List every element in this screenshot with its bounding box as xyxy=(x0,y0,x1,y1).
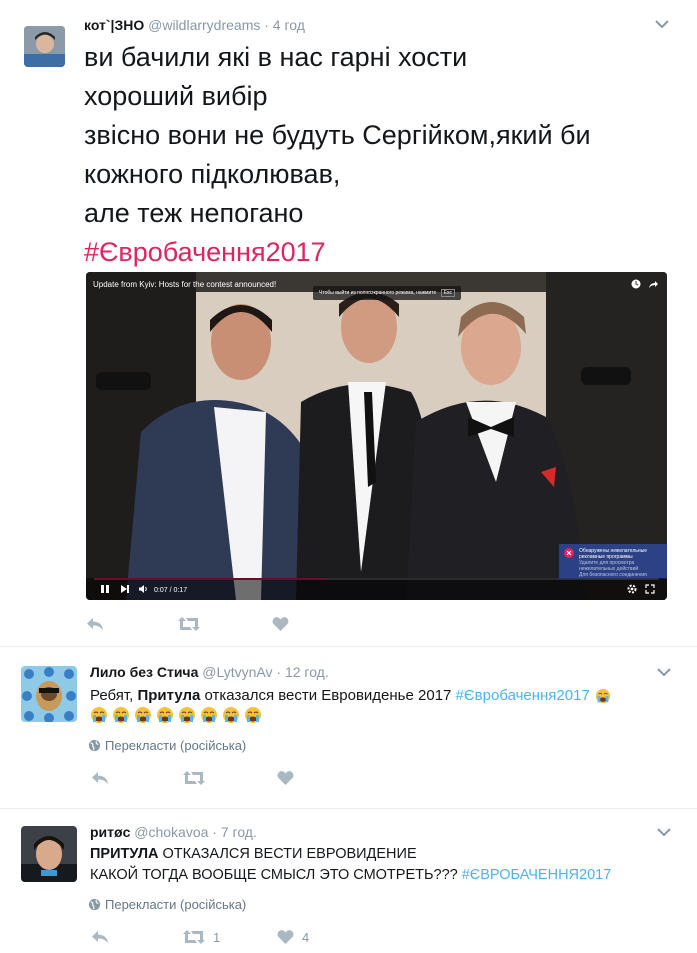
tweet-line: ви бачили які в нас гарні хости xyxy=(84,42,468,72)
translate-link[interactable]: Перекласти (російська) xyxy=(88,738,246,753)
mention-name: Притула xyxy=(137,687,201,704)
fullscreen-tooltip-text: Чтобы выйти из полноэкранного режима, на… xyxy=(319,290,437,296)
display-name[interactable]: ритøс xyxy=(90,824,130,840)
reply-icon xyxy=(92,772,108,784)
adware-title: Обнаружены нежелательные рекламные прогр… xyxy=(579,548,647,560)
reply-button[interactable] xyxy=(91,768,109,788)
crying-emoji xyxy=(222,706,244,724)
user-handle[interactable]: @wildlarrydreams xyxy=(148,17,260,33)
chevron-down-icon[interactable] xyxy=(656,666,672,678)
tweet-actions xyxy=(86,614,386,634)
translate-label: Перекласти (російська) xyxy=(105,738,247,753)
like-button[interactable] xyxy=(277,768,302,788)
adware-warning[interactable]: Обнаружены нежелательные рекламные прогр… xyxy=(559,544,667,579)
retweet-button[interactable]: 1 xyxy=(183,927,220,947)
timestamp[interactable]: · 7 год. xyxy=(212,824,257,840)
avatar[interactable] xyxy=(24,26,65,67)
avatar[interactable] xyxy=(21,666,77,722)
crying-emoji xyxy=(156,706,178,724)
like-count: 4 xyxy=(302,929,310,945)
user-handle[interactable]: @chokavoa xyxy=(134,824,208,840)
reply-icon xyxy=(87,618,103,630)
chevron-down-icon[interactable] xyxy=(654,18,670,30)
video-time: 0:07 / 0:17 xyxy=(154,587,188,594)
fullscreen-tooltip: Чтобы выйти из полноэкранного режима, на… xyxy=(313,286,462,300)
settings-icon[interactable] xyxy=(627,584,637,594)
fullscreen-icon[interactable] xyxy=(645,584,655,594)
timestamp[interactable]: · 4 год xyxy=(264,17,305,33)
tweet-text: Ребят, Притула отказался вести Евровиден… xyxy=(90,685,670,726)
tweet-1[interactable]: кот`|ЗНО @wildlarrydreams · 4 год ви бач… xyxy=(0,0,697,645)
crying-emoji xyxy=(112,706,134,724)
crying-emoji xyxy=(90,706,112,724)
reply-button[interactable] xyxy=(91,927,109,947)
esc-key: Esc xyxy=(440,289,456,297)
avatar-image xyxy=(24,26,65,67)
timestamp[interactable]: · 12 год. xyxy=(276,664,328,680)
user-line: Лило без Стича @LytvynAv · 12 год. xyxy=(90,664,329,680)
crying-emoji xyxy=(178,706,200,724)
heart-icon xyxy=(277,771,294,785)
volume-icon[interactable] xyxy=(138,584,148,594)
avatar-image xyxy=(21,666,77,722)
emoji-row xyxy=(90,706,670,726)
mention-name: ПРИТУЛА xyxy=(90,846,159,862)
crying-emoji xyxy=(200,706,222,724)
hashtag-link[interactable]: #Євробачення2017 xyxy=(84,233,591,272)
heart-icon xyxy=(277,930,294,944)
user-line: ритøс @chokavoa · 7 год. xyxy=(90,824,257,840)
tweet-text: ПРИТУЛА ОТКАЗАЛСЯ ВЕСТИ ЕВРОВИДЕНИЕ КАКО… xyxy=(90,844,680,886)
reply-icon xyxy=(92,931,108,943)
globe-icon xyxy=(88,739,101,752)
retweet-icon xyxy=(183,771,205,785)
tweet-text-part: ОТКАЗАЛСЯ ВЕСТИ ЕВРОВИДЕНИЕ xyxy=(158,846,417,862)
tweet-text: ви бачили які в нас гарні хости хороший … xyxy=(84,38,591,272)
tweet-line: але теж непогано xyxy=(84,198,304,228)
next-icon[interactable] xyxy=(120,584,130,594)
tweet-3[interactable]: ритøс @chokavoa · 7 год. ПРИТУЛА ОТКАЗАЛ… xyxy=(0,809,697,953)
video-player[interactable]: Update from Kyiv: Hosts for the contest … xyxy=(86,272,667,600)
translate-label: Перекласти (російська) xyxy=(105,897,247,912)
tweet-line: КАКОЙ ТОГДА ВООБЩЕ СМЫСЛ ЭТО СМОТРЕТЬ???… xyxy=(90,865,680,886)
display-name[interactable]: кот`|ЗНО xyxy=(84,17,144,33)
display-name[interactable]: Лило без Стича xyxy=(90,664,198,680)
retweet-icon xyxy=(178,617,200,631)
tweet-2[interactable]: Лило без Стича @LytvynAv · 12 год. Ребят… xyxy=(0,647,697,807)
close-icon[interactable] xyxy=(564,548,574,558)
tweet-actions: 1 4 xyxy=(91,927,391,947)
retweet-button[interactable] xyxy=(178,614,208,634)
like-button[interactable] xyxy=(272,614,297,634)
heart-icon xyxy=(272,617,289,631)
retweet-count: 1 xyxy=(213,929,221,945)
avatar-image xyxy=(21,826,77,882)
crying-emoji xyxy=(134,706,156,724)
reply-button[interactable] xyxy=(86,614,104,634)
tweet-line: хороший вибір xyxy=(84,81,268,111)
tweet-text-part: КАКОЙ ТОГДА ВООБЩЕ СМЫСЛ ЭТО СМОТРЕТЬ??? xyxy=(90,867,462,883)
retweet-button[interactable] xyxy=(183,768,213,788)
video-title: Update from Kyiv: Hosts for the contest … xyxy=(93,280,277,289)
hashtag-link[interactable]: #ЄВРОБАЧЕННЯ2017 xyxy=(462,867,612,883)
share-icon[interactable] xyxy=(648,279,658,289)
tweet-line: звісно вони не будуть Сергійком,який би xyxy=(84,120,591,150)
user-line: кот`|ЗНО @wildlarrydreams · 4 год xyxy=(84,17,305,33)
tweet-line: кожного підколював, xyxy=(84,159,341,189)
tweet-actions xyxy=(91,768,391,788)
translate-link[interactable]: Перекласти (російська) xyxy=(88,897,246,912)
tweet-text-part: отказался вести Евровиденье 2017 xyxy=(200,687,456,704)
crying-emoji xyxy=(244,706,266,724)
user-handle[interactable]: @LytvynAv xyxy=(202,664,272,680)
tweet-line: ПРИТУЛА ОТКАЗАЛСЯ ВЕСТИ ЕВРОВИДЕНИЕ xyxy=(90,844,680,865)
globe-icon xyxy=(88,898,101,911)
crying-emoji xyxy=(594,688,614,704)
like-button[interactable]: 4 xyxy=(277,927,309,947)
hashtag-link[interactable]: #Євробачення2017 xyxy=(456,687,590,704)
clock-icon[interactable] xyxy=(631,279,641,289)
avatar[interactable] xyxy=(21,826,77,882)
pause-icon[interactable] xyxy=(100,584,110,594)
chevron-down-icon[interactable] xyxy=(656,826,672,838)
tweet-text-part: Ребят, xyxy=(90,687,138,704)
retweet-icon xyxy=(183,930,205,944)
adware-text: Удалите для просмотра нежелательных дейс… xyxy=(579,560,639,572)
